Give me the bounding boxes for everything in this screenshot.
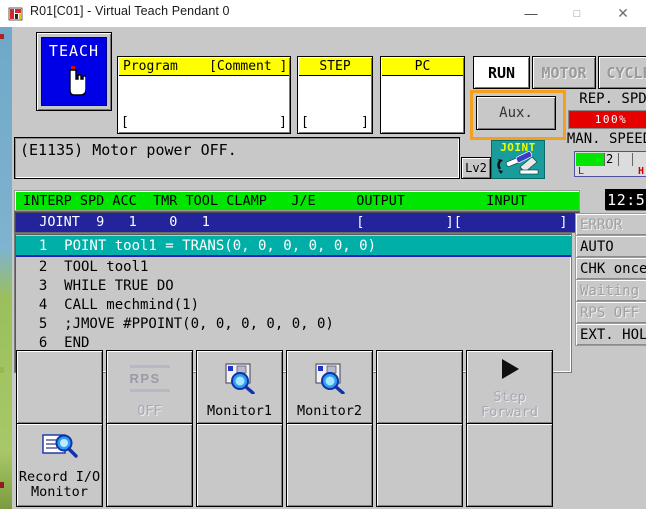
rep-speed-value: 100%: [568, 110, 646, 129]
function-button-5[interactable]: [376, 350, 463, 424]
teach-pendant-body: TEACH Program [Comment ] [ ] STEP [] PC…: [12, 27, 646, 509]
message-level-badge[interactable]: Lv2: [461, 157, 491, 179]
monitor-magnifier-icon: [287, 361, 372, 395]
close-icon: ✕: [617, 5, 629, 21]
function-button-11[interactable]: [376, 423, 463, 507]
pc-panel[interactable]: PC: [380, 56, 465, 134]
program-value-left: [: [121, 114, 129, 130]
minimize-icon: —: [524, 6, 538, 21]
message-text: (E1135) Motor power OFF.: [20, 141, 237, 159]
code-line-4[interactable]: 4 CALL mechmind(1): [16, 295, 571, 314]
man-speed-low-label: L: [578, 166, 585, 177]
desktop-accent-2: [0, 367, 4, 373]
step-panel-value: [ ]: [301, 114, 369, 130]
joint-mode-icon[interactable]: JOINT: [491, 140, 545, 179]
close-button[interactable]: ✕: [600, 0, 646, 27]
function-button-record-io-monitor-label: Record I/O Monitor: [18, 469, 101, 500]
function-button-rps-off-label: OFF: [137, 403, 162, 419]
man-speed-tick-3: [632, 153, 633, 166]
status-chk-once[interactable]: CHK once: [575, 257, 646, 280]
man-speed-fill: [576, 153, 604, 166]
function-button-10[interactable]: [286, 423, 373, 507]
man-speed-gauge[interactable]: 2 L H: [574, 151, 646, 177]
program-panel-header: Program [Comment ]: [119, 58, 289, 76]
desktop-accent-1: [0, 34, 4, 39]
man-speed-value: 2: [606, 152, 614, 166]
function-button-monitor2[interactable]: Monitor2: [286, 350, 373, 424]
step-value-left: [: [301, 114, 309, 130]
man-speed-tick-2: [618, 153, 619, 166]
code-line-3[interactable]: 3 WHILE TRUE DO: [16, 276, 571, 295]
function-button-1[interactable]: [16, 350, 103, 424]
step-panel-header: STEP: [299, 58, 371, 76]
document-magnifier-icon: [17, 430, 102, 464]
man-speed-label: MAN. SPEED: [566, 131, 646, 147]
run-indicator[interactable]: RUN: [473, 56, 530, 89]
code-line-2[interactable]: 2 TOOL tool1: [16, 257, 571, 276]
step-value-right: ]: [361, 114, 369, 130]
interp-table-row[interactable]: JOINT 9 1 0 1 [ ][ ]: [14, 211, 580, 233]
window-title: R01[C01] - Virtual Teach Pendant 0: [30, 4, 230, 18]
desktop-background-strip: [0, 27, 12, 509]
function-button-monitor1[interactable]: Monitor1: [196, 350, 283, 424]
function-button-record-io-monitor[interactable]: Record I/O Monitor: [16, 423, 103, 507]
teach-mode-button[interactable]: TEACH: [36, 32, 112, 111]
motor-indicator[interactable]: MOTOR: [532, 56, 596, 89]
interp-table-header: INTERP SPD ACC TMR TOOL CLAMP J/E OUTPUT…: [14, 190, 580, 211]
title-bar: R01[C01] - Virtual Teach Pendant 0 — □ ✕: [0, 0, 646, 28]
clock-display: 12:58: [605, 189, 646, 210]
desktop-accent-3: [0, 482, 4, 488]
aux-highlight-frame: Aux.: [470, 90, 566, 140]
code-line-5[interactable]: 5 ;JMOVE #PPOINT(0, 0, 0, 0, 0, 0): [16, 314, 571, 333]
pc-panel-header: PC: [382, 58, 463, 76]
program-panel[interactable]: Program [Comment ] [ ]: [117, 56, 291, 134]
function-button-9[interactable]: [196, 423, 283, 507]
program-value-right: ]: [279, 114, 287, 130]
maximize-icon: □: [573, 7, 581, 20]
function-button-8[interactable]: [106, 423, 193, 507]
function-button-monitor1-label: Monitor1: [206, 403, 273, 419]
monitor-magnifier-icon: [197, 361, 282, 395]
code-line-1[interactable]: 1 POINT tool1 = TRANS(0, 0, 0, 0, 0, 0): [16, 236, 571, 257]
program-panel-value: [ ]: [121, 114, 287, 130]
function-button-rps-off[interactable]: RPS OFF: [106, 350, 193, 424]
pc-panel-value: [384, 114, 461, 130]
rps-icon: RPS: [107, 361, 192, 395]
man-speed-tick-1: [604, 153, 605, 166]
function-button-12[interactable]: [466, 423, 553, 507]
pointing-hand-icon: [64, 66, 87, 96]
status-rps-off[interactable]: RPS OFF: [575, 301, 646, 324]
cycle-indicator[interactable]: CYCLE: [598, 56, 646, 89]
application-window: R01[C01] - Virtual Teach Pendant 0 — □ ✕…: [0, 0, 646, 509]
status-ext-hold[interactable]: EXT. HOLD: [575, 323, 646, 346]
robot-icon: [7, 5, 24, 22]
man-speed-high-label: H: [637, 166, 644, 177]
function-button-monitor2-label: Monitor2: [296, 403, 363, 419]
teach-mode-label: TEACH: [48, 42, 100, 60]
step-panel[interactable]: STEP [ ]: [297, 56, 373, 134]
function-button-step-forward-label: Step Forward: [481, 389, 538, 420]
rep-speed-label: REP. SPD: [579, 91, 646, 107]
function-button-step-forward[interactable]: Step Forward: [466, 350, 553, 424]
status-auto[interactable]: AUTO: [575, 235, 646, 258]
teach-mode-indicator: TEACH: [41, 37, 107, 106]
maximize-button[interactable]: □: [554, 0, 600, 27]
status-waiting[interactable]: Waiting: [575, 279, 646, 302]
minimize-button[interactable]: —: [508, 0, 554, 27]
aux-button[interactable]: Aux.: [476, 96, 556, 130]
message-bar: (E1135) Motor power OFF.: [14, 137, 460, 179]
play-triangle-icon: [467, 355, 552, 383]
status-error[interactable]: ERROR: [575, 213, 646, 236]
